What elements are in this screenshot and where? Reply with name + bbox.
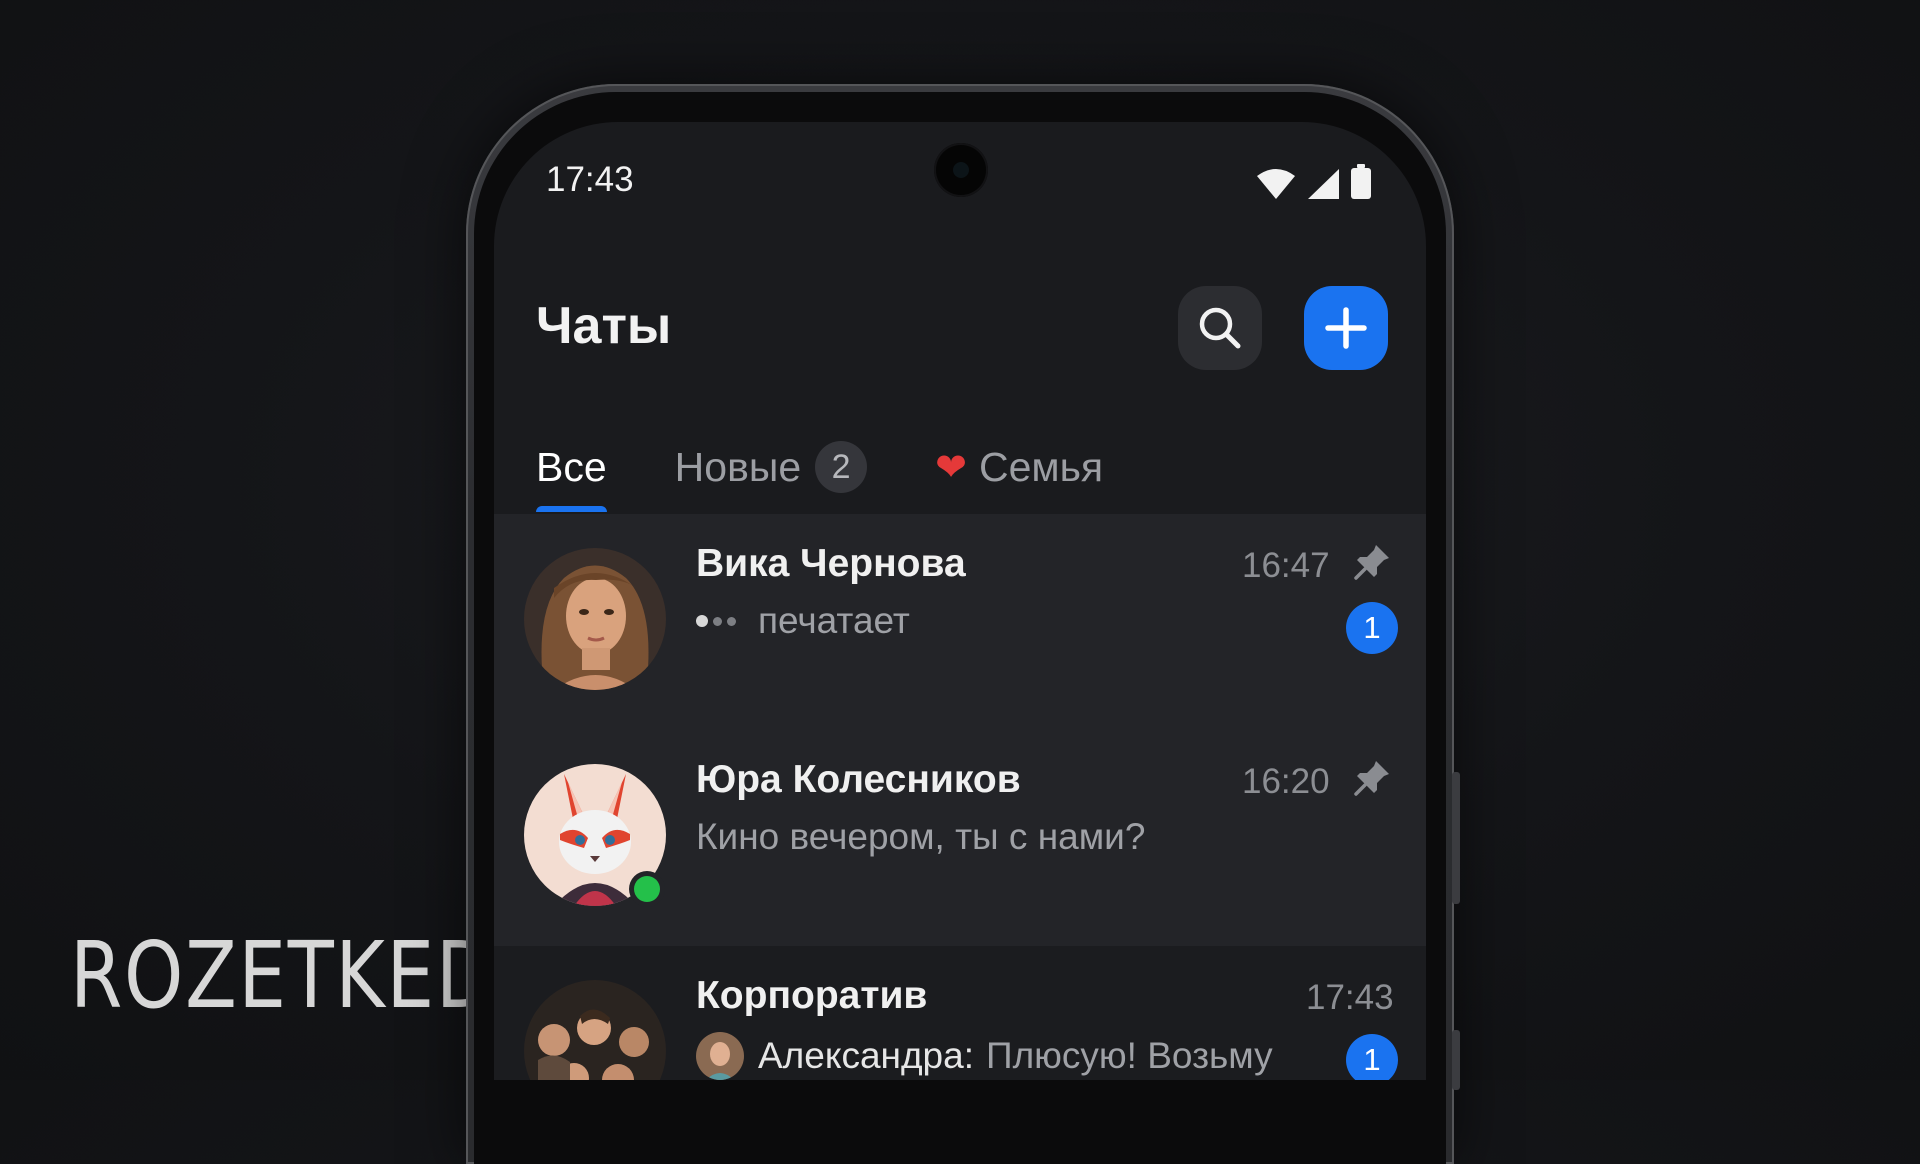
folder-tabs: Все Новые 2 ❤ Семья bbox=[536, 432, 1171, 512]
chat-last-message: Александра: Плюсую! Возьму bbox=[696, 1032, 1273, 1080]
sender-avatar bbox=[696, 1032, 744, 1080]
chat-list: Вика Чернова 16:47 печатает 1 Юра Колесн… bbox=[494, 514, 1426, 1080]
unread-badge: 1 bbox=[1346, 1034, 1398, 1080]
chat-time: 17:43 bbox=[1306, 978, 1394, 1017]
tab-label: Все bbox=[536, 443, 607, 490]
chat-name: Вика Чернова bbox=[696, 542, 966, 585]
page-title: Чаты bbox=[536, 297, 672, 355]
unread-badge: 1 bbox=[1346, 602, 1398, 654]
wifi-icon bbox=[1257, 169, 1295, 199]
message-sender: Александра: bbox=[758, 1035, 974, 1076]
tab-label: Новые bbox=[674, 443, 802, 490]
typing-indicator-icon bbox=[696, 615, 736, 627]
signal-icon bbox=[1308, 169, 1339, 199]
chat-row-yura[interactable]: Юра Колесников 16:20 Кино вечером, ты с … bbox=[494, 730, 1426, 946]
chat-time: 16:20 bbox=[1242, 762, 1330, 801]
avatar bbox=[524, 548, 666, 690]
tab-count-badge: 2 bbox=[815, 441, 868, 493]
pin-icon bbox=[1352, 758, 1392, 803]
chat-name: Юра Колесников bbox=[696, 758, 1021, 801]
status-time: 17:43 bbox=[546, 160, 634, 199]
chat-name: Корпоратив bbox=[696, 974, 928, 1017]
new-chat-button[interactable] bbox=[1304, 286, 1388, 370]
power-button bbox=[1452, 1030, 1460, 1090]
tab-new[interactable]: Новые 2 bbox=[674, 432, 868, 502]
chat-row-vika[interactable]: Вика Чернова 16:47 печатает 1 bbox=[494, 514, 1426, 730]
chat-last-message: печатает bbox=[696, 600, 910, 642]
watermark-logo: ROZETKED bbox=[70, 922, 496, 1029]
chat-last-message: Кино вечером, ты с нами? bbox=[696, 816, 1146, 857]
front-camera bbox=[934, 143, 988, 197]
phone-screen: 17:43 Чаты Все Новые 2 ❤ Семья Вика Черн… bbox=[494, 122, 1426, 1080]
battery-icon bbox=[1351, 164, 1371, 199]
tab-label: Семья bbox=[978, 443, 1104, 490]
typing-text: печатает bbox=[758, 600, 910, 641]
volume-button bbox=[1452, 772, 1460, 904]
online-status-indicator bbox=[634, 876, 660, 902]
message-text: Плюсую! Возьму bbox=[985, 1035, 1273, 1076]
search-icon bbox=[1199, 307, 1241, 349]
status-icons bbox=[1256, 164, 1372, 200]
avatar bbox=[524, 980, 666, 1080]
heart-icon: ❤ bbox=[935, 446, 967, 489]
chat-row-korporativ[interactable]: Корпоратив 17:43 Александра: Плюсую! Воз… bbox=[494, 946, 1426, 1080]
tab-all[interactable]: Все bbox=[536, 432, 607, 512]
chat-time: 16:47 bbox=[1242, 546, 1330, 585]
search-button[interactable] bbox=[1178, 286, 1262, 370]
tab-family[interactable]: ❤ Семья bbox=[935, 432, 1103, 502]
pin-icon bbox=[1352, 542, 1392, 587]
plus-icon bbox=[1325, 307, 1367, 349]
